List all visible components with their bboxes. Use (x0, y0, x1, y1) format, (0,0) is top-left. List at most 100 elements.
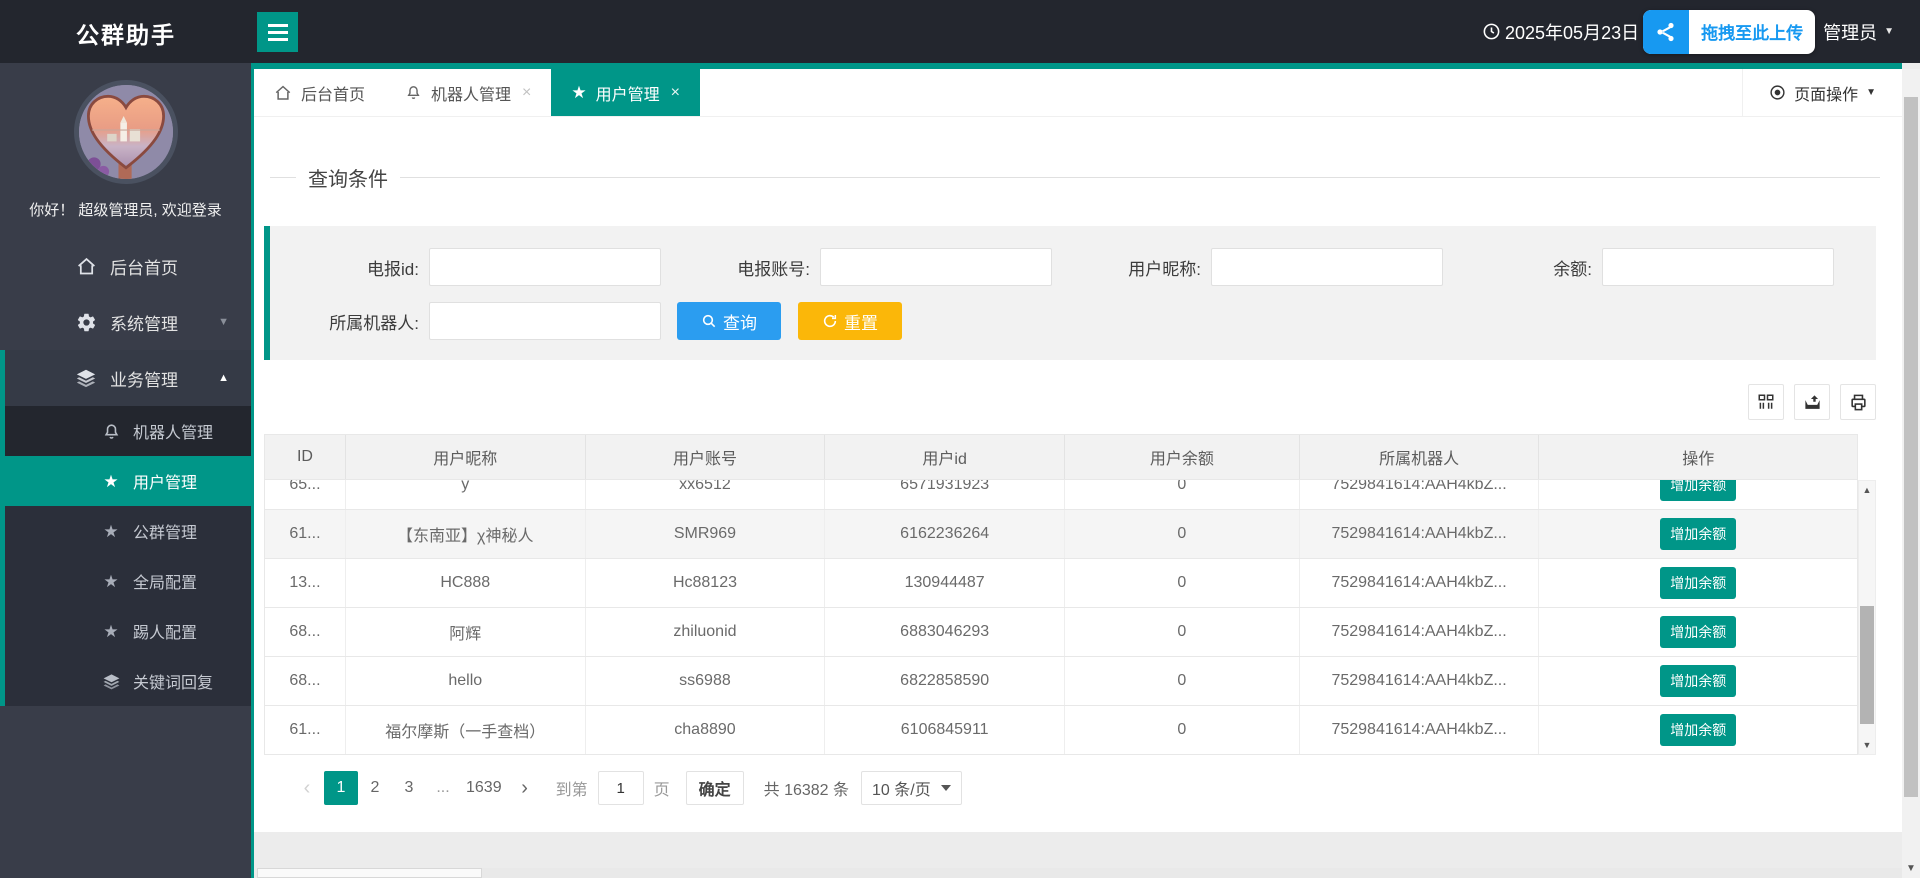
sidebar-item-label: 业务管理 (110, 366, 178, 391)
goto-page-input[interactable] (598, 771, 644, 805)
tab-home[interactable]: 后台首页 (254, 69, 385, 116)
column-header-bot: 所属机器人 (1300, 435, 1540, 479)
reset-button[interactable]: 重置 (798, 302, 902, 340)
telegram-account-input[interactable] (820, 248, 1052, 286)
user-menu[interactable]: 管理员 ▼ (1823, 19, 1894, 45)
tabbar: 后台首页 机器人管理 × ★ 用户管理 × 页面操作 (254, 63, 1902, 117)
bot-input[interactable] (429, 302, 661, 340)
page-operations-dropdown[interactable]: 页面操作 ▼ (1742, 69, 1902, 116)
print-icon (1849, 393, 1868, 412)
nickname-input[interactable] (1211, 248, 1443, 286)
nickname-label: 用户昵称: (1052, 255, 1201, 280)
prev-page-button[interactable]: ‹ (290, 771, 324, 805)
date-display: 2025年05月23日 (1482, 19, 1639, 45)
query-row-1: 电报id: 电报账号: 用户昵称: 余额: (270, 248, 1876, 286)
users-table: ID 用户昵称 用户账号 用户id 用户余额 所属机器人 操作 65... y … (264, 434, 1876, 755)
hamburger-icon (268, 24, 288, 27)
search-button[interactable]: 查询 (677, 302, 781, 340)
sidebar-item-user-management[interactable]: ★ 用户管理 (5, 456, 251, 506)
page-size-select[interactable]: 10 条/页 (861, 771, 962, 805)
sidebar-item-home[interactable]: 后台首页 (0, 238, 251, 294)
column-header-nickname: 用户昵称 (346, 435, 586, 479)
page-button-1[interactable]: 1 (324, 771, 358, 805)
circle-dot-icon (1769, 84, 1786, 101)
pagination: ‹ 1 2 3 ... 1639 › 到第 页 确定 共 16382 条 10 … (290, 771, 1876, 805)
confirm-button[interactable]: 确定 (686, 771, 744, 805)
sidebar-item-label: 用户管理 (133, 469, 197, 493)
share-nodes-icon (1643, 10, 1689, 54)
topbar-right: 2025年05月23日 拖拽至此上传 管理员 ▼ (1482, 0, 1894, 63)
star-icon: ★ (101, 621, 121, 641)
page-button-last[interactable]: 1639 (460, 771, 508, 805)
telegram-id-input[interactable] (429, 248, 661, 286)
refresh-icon (822, 313, 838, 329)
columns-filter-button[interactable] (1748, 384, 1784, 420)
column-header-id: ID (265, 435, 346, 479)
upload-overlay[interactable]: 拖拽至此上传 (1643, 10, 1815, 54)
sidebar-item-keyword-reply[interactable]: 关键词回复 (5, 656, 251, 706)
page-button-2[interactable]: 2 (358, 771, 392, 805)
tab-robot-management[interactable]: 机器人管理 × (385, 69, 551, 116)
sidebar-item-global-config[interactable]: ★ 全局配置 (5, 556, 251, 606)
scrollbar-thumb[interactable] (257, 868, 482, 878)
bell-icon (405, 84, 422, 101)
table-row: 65... y xx6512 6571931923 0 7529841614:A… (265, 480, 1857, 510)
column-header-actions: 操作 (1539, 435, 1857, 479)
add-balance-button[interactable]: 增加余额 (1660, 714, 1736, 746)
bell-icon (101, 421, 121, 441)
chevron-down-icon (941, 785, 951, 791)
scrollbar-thumb[interactable] (1860, 606, 1874, 724)
hamburger-menu-button[interactable] (257, 12, 298, 52)
chevron-down-icon: ▼ (1866, 87, 1876, 98)
scroll-up-arrow-icon[interactable]: ▲ (1859, 485, 1875, 495)
telegram-account-label: 电报账号: (661, 255, 810, 280)
goto-label: 到第 (556, 776, 588, 800)
telegram-id-label: 电报id: (270, 255, 419, 280)
sidebar-item-label: 踢人配置 (133, 619, 197, 643)
table-row: 68... 阿辉 zhiluonid 6883046293 0 75298416… (265, 608, 1857, 657)
page-horizontal-scrollbar[interactable] (257, 868, 1902, 878)
add-balance-button[interactable]: 增加余额 (1660, 616, 1736, 648)
export-button[interactable] (1794, 384, 1830, 420)
print-button[interactable] (1840, 384, 1876, 420)
app-title: 公群助手 (76, 16, 176, 50)
page-button-3[interactable]: 3 (392, 771, 426, 805)
add-balance-button[interactable]: 增加余额 (1660, 665, 1736, 697)
page-vertical-scrollbar[interactable]: ▼ (1902, 69, 1920, 878)
avatar[interactable] (74, 80, 178, 184)
sidebar-item-group-management[interactable]: ★ 公群管理 (5, 506, 251, 556)
export-icon (1803, 393, 1822, 412)
page-ops-label: 页面操作 (1794, 81, 1858, 105)
sidebar-item-kick-config[interactable]: ★ 踢人配置 (5, 606, 251, 656)
close-icon[interactable]: × (522, 84, 531, 102)
columns-icon (1757, 393, 1775, 411)
sidebar-menu: 后台首页 系统管理 ▼ (0, 238, 251, 706)
add-balance-button[interactable]: 增加余额 (1660, 480, 1736, 501)
query-section-title: 查询条件 (270, 163, 1880, 192)
sidebar-item-label: 机器人管理 (133, 419, 213, 443)
home-icon (75, 255, 97, 277)
table-row: 61... 福尔摩斯（一手查档） cha8890 6106845911 0 75… (265, 706, 1857, 755)
tab-label: 后台首页 (301, 81, 365, 105)
scrollbar-thumb[interactable] (1904, 97, 1918, 797)
add-balance-button[interactable]: 增加余额 (1660, 518, 1736, 550)
query-row-2: 所属机器人: 查询 (270, 302, 1876, 340)
close-icon[interactable]: × (671, 84, 680, 102)
page-word: 页 (654, 776, 670, 800)
divider (400, 177, 1880, 178)
sidebar-group-business: 业务管理 ▲ 机器人管理 ★ (0, 350, 251, 706)
sidebar-item-business[interactable]: 业务管理 ▲ (5, 350, 251, 406)
next-page-button[interactable]: › (508, 771, 542, 805)
chevron-down-icon: ▼ (218, 316, 229, 328)
table-scrollbar[interactable]: ▲ ▼ (1858, 480, 1876, 755)
add-balance-button[interactable]: 增加余额 (1660, 567, 1736, 599)
scroll-down-arrow-icon[interactable]: ▼ (1902, 863, 1920, 874)
sidebar: 你好！ 超级管理员, 欢迎登录 后台首页 系统管理 ▼ (0, 63, 254, 878)
chevron-up-icon: ▲ (218, 372, 229, 384)
balance-input[interactable] (1602, 248, 1834, 286)
table-row: 61... 【东南亚】χ神秘人 SMR969 6162236264 0 7529… (265, 510, 1857, 559)
sidebar-item-system[interactable]: 系统管理 ▼ (0, 294, 251, 350)
scroll-down-arrow-icon[interactable]: ▼ (1859, 740, 1875, 750)
sidebar-item-robot-management[interactable]: 机器人管理 (5, 406, 251, 456)
tab-user-management[interactable]: ★ 用户管理 × (551, 69, 700, 116)
